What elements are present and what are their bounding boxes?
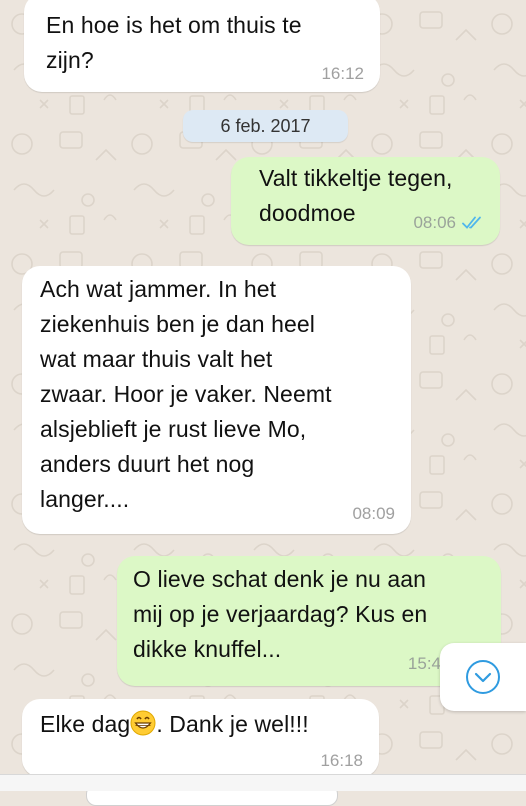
double-check-icon [462,216,481,229]
message-meta: 08:09 [352,504,395,524]
chevron-down-icon [466,660,500,694]
grinning-face-icon [130,710,156,736]
message-bubble-outgoing[interactable]: Valt tikkeltje tegen, doodmoe 08:06 [231,157,500,245]
message-time: 08:09 [352,504,395,523]
message-meta: 16:12 [321,64,364,84]
scroll-to-bottom-button[interactable] [440,643,526,711]
date-separator: 6 feb. 2017 [183,110,348,142]
message-meta: 15:4 [408,654,441,674]
message-time: 16:18 [320,751,363,770]
message-bubble-incoming[interactable]: Ach wat jammer. In het ziekenhuis ben je… [22,266,411,534]
message-time: 15:4 [407,654,441,673]
message-time: 16:12 [321,64,364,83]
message-text: En hoe is het om thuis te zijn? [46,12,302,73]
message-bubble-incoming[interactable]: Elke dag . Dank je wel!!! 16:18 [22,699,379,777]
message-text: O lieve schat denk je nu aan mij op je v… [133,566,428,662]
composer-bar [0,774,526,791]
message-meta: 16:18 [320,751,363,771]
message-text: Ach wat jammer. In het ziekenhuis ben je… [40,276,332,512]
message-meta: 08:06 [413,213,484,233]
message-time: 08:06 [413,213,456,232]
message-bubble-incoming[interactable]: En hoe is het om thuis te zijn? 16:12 [24,0,380,92]
message-text: Elke dag . Dank je wel!!! [40,710,309,737]
